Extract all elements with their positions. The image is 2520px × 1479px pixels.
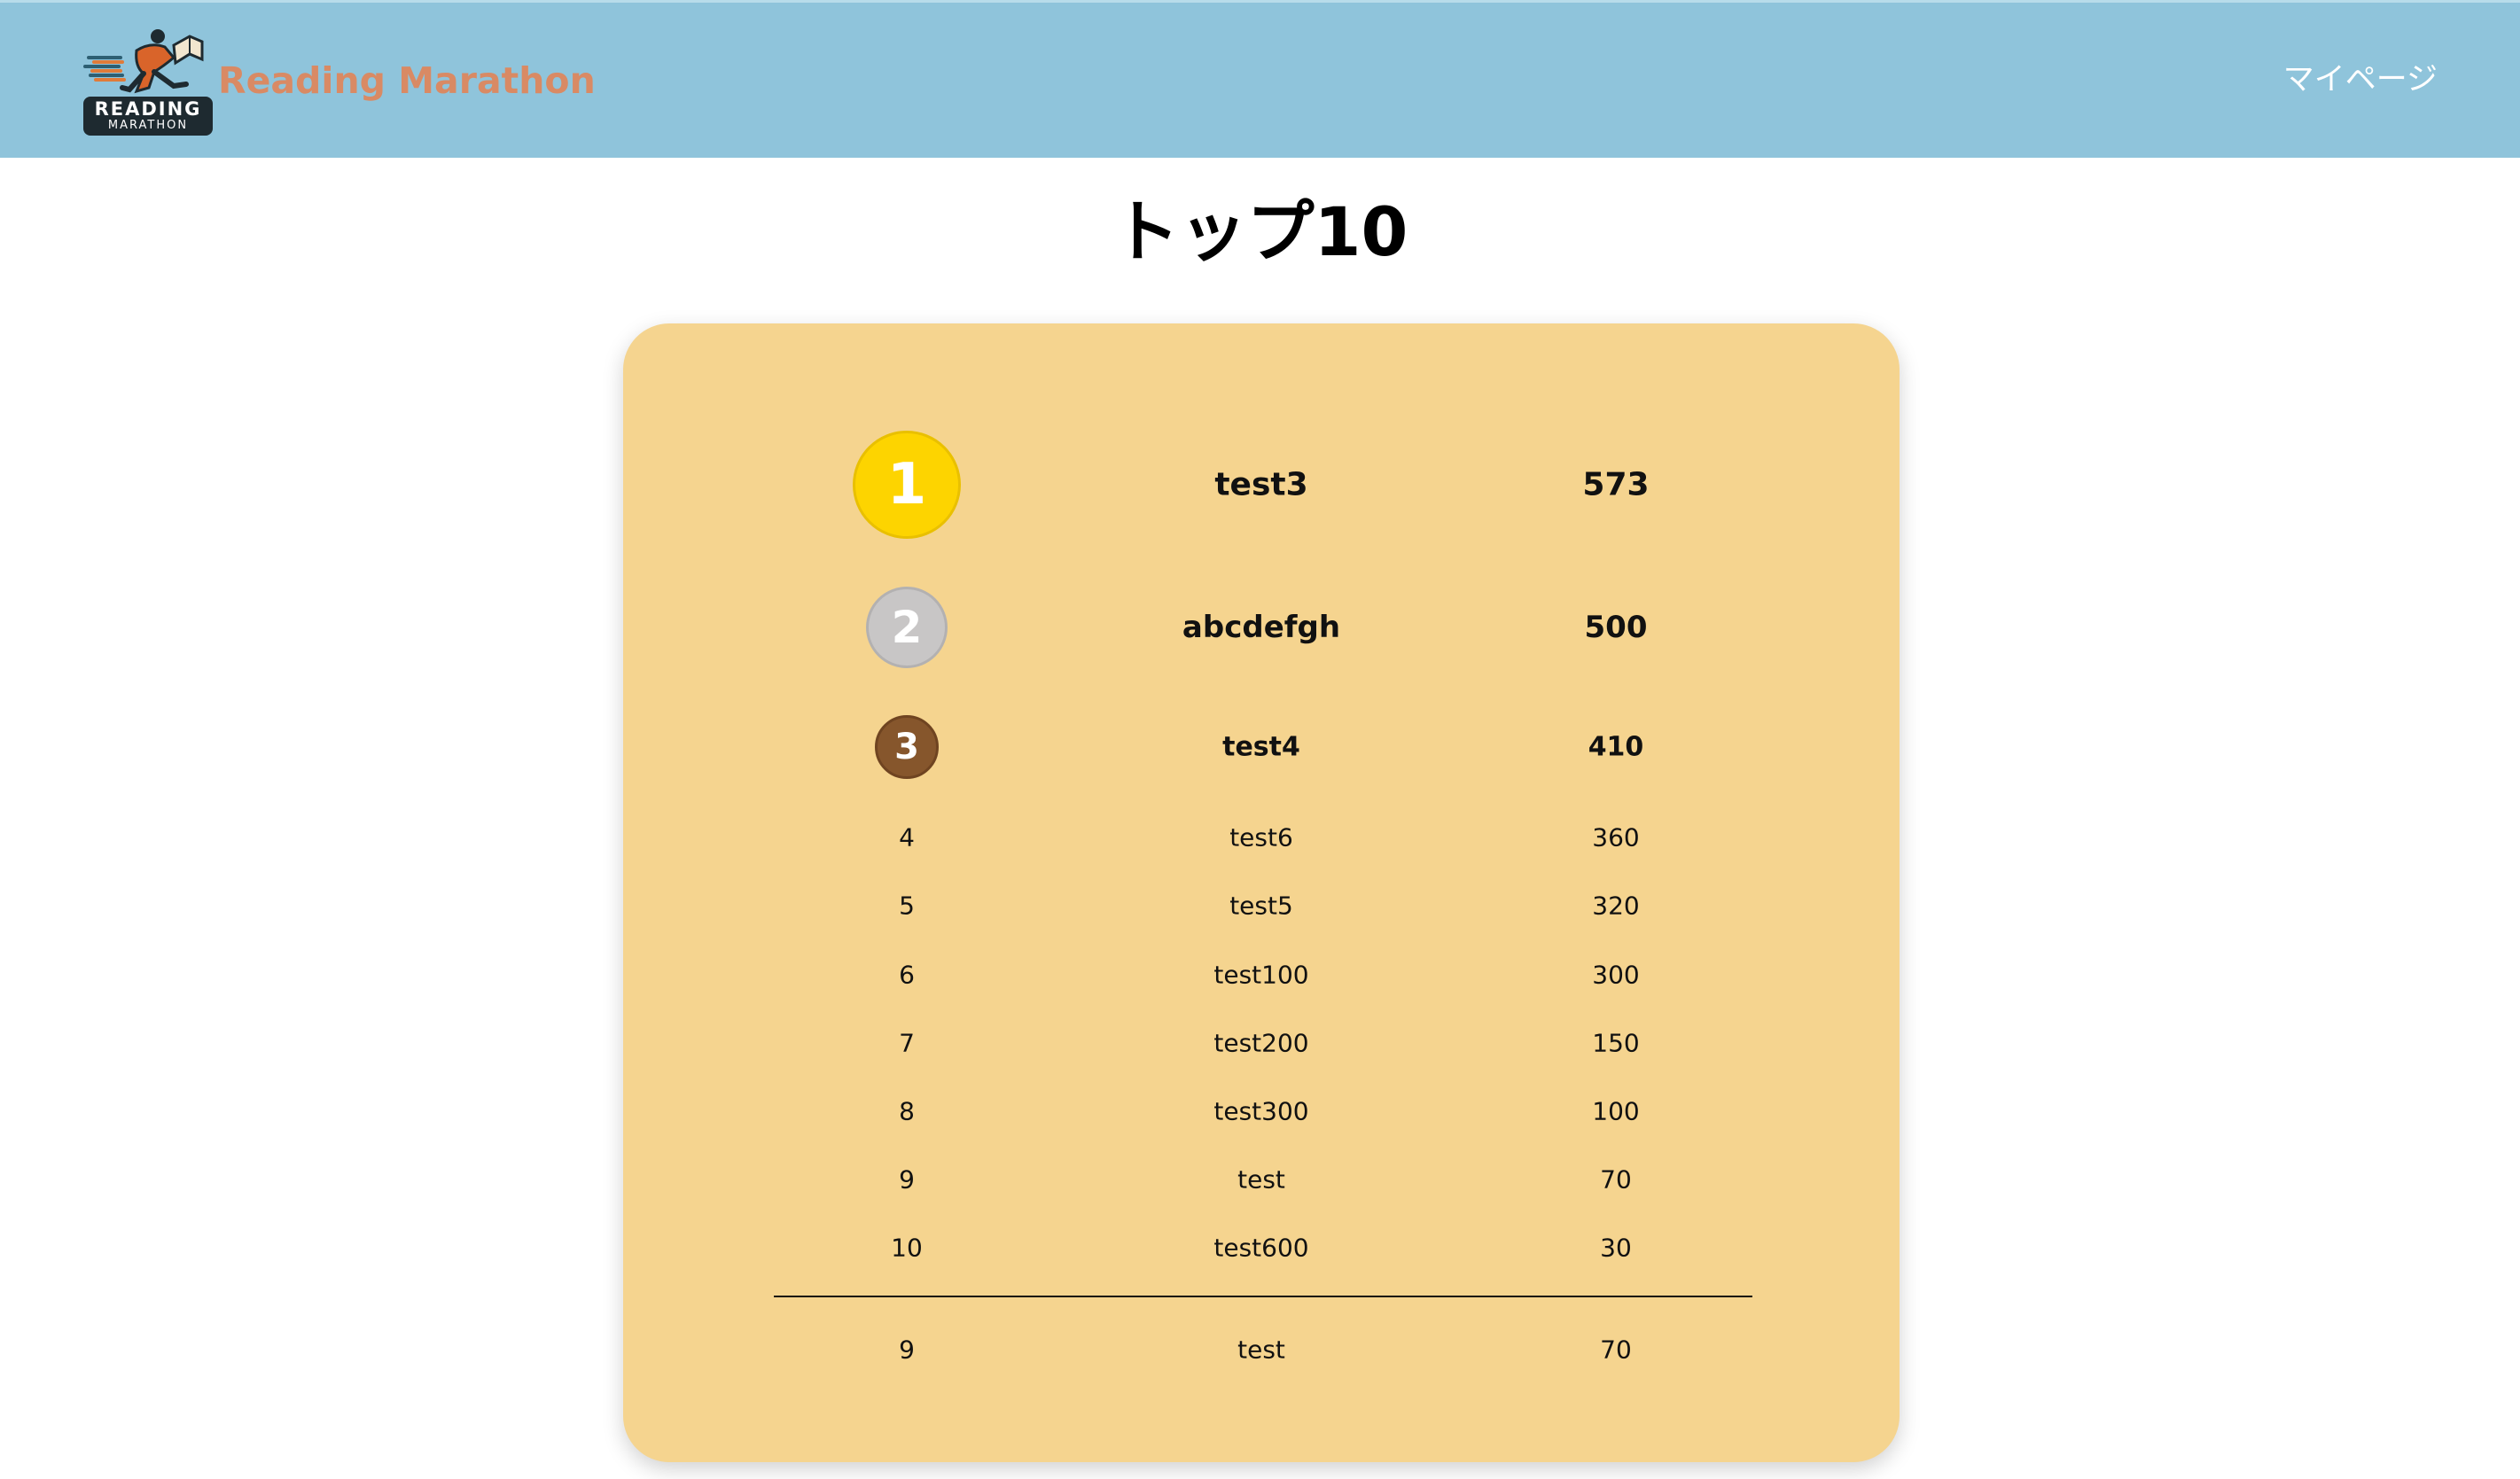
ranking-name: test <box>1237 1164 1285 1195</box>
my-score: 70 <box>1600 1335 1632 1365</box>
page-title: トップ10 <box>1112 192 1408 271</box>
logo-subtext: MARATHON <box>107 119 189 132</box>
ranking-name: test5 <box>1229 891 1293 921</box>
header-bar: READING MARATHON Reading Marathon マイページ <box>0 0 2520 158</box>
ranking-rank: 6 <box>899 960 915 990</box>
ranking-name: test100 <box>1213 960 1309 990</box>
ranking-name: abcdefgh <box>1182 610 1341 645</box>
ranking-score: 573 <box>1582 466 1650 503</box>
ranking-rank: 9 <box>899 1164 915 1195</box>
ranking-name: test600 <box>1213 1233 1309 1263</box>
ranking-divider <box>774 1296 1752 1297</box>
ranking-score: 70 <box>1600 1164 1632 1195</box>
mypage-link[interactable]: マイページ <box>2283 58 2438 102</box>
bronze-medal-icon: 3 <box>875 715 939 779</box>
reading-marathon-logo[interactable]: READING MARATHON <box>82 27 216 137</box>
silver-medal-icon: 2 <box>866 587 948 668</box>
logo-badge: READING MARATHON <box>83 97 213 136</box>
ranking-rank: 4 <box>899 822 915 852</box>
ranking-score: 360 <box>1592 822 1640 852</box>
gold-medal-icon: 1 <box>853 431 961 539</box>
ranking-score: 300 <box>1592 960 1640 990</box>
ranking-name: test200 <box>1213 1028 1309 1058</box>
brand-title[interactable]: Reading Marathon <box>218 56 596 105</box>
ranking-name: test6 <box>1229 822 1293 852</box>
logo-text: READING <box>94 98 202 120</box>
ranking-score: 150 <box>1592 1028 1640 1058</box>
ranking-score: 30 <box>1600 1233 1632 1263</box>
ranking-name: test4 <box>1222 731 1300 763</box>
ranking-name: test300 <box>1213 1096 1309 1126</box>
ranking-name: test3 <box>1214 466 1308 503</box>
ranking-rank: 7 <box>899 1028 915 1058</box>
ranking-score: 410 <box>1588 731 1644 763</box>
ranking-score: 320 <box>1592 891 1640 921</box>
my-name: test <box>1237 1335 1285 1365</box>
ranking-score: 500 <box>1584 610 1648 645</box>
ranking-rank: 5 <box>899 891 915 921</box>
ranking-score: 100 <box>1592 1096 1640 1126</box>
runner-icon <box>83 29 204 94</box>
ranking-card: 1 test3 573 2 abcdefgh 500 3 test4 410 4… <box>623 323 1900 1462</box>
ranking-rank: 10 <box>891 1233 923 1263</box>
my-rank: 9 <box>899 1335 915 1365</box>
ranking-rank: 8 <box>899 1096 915 1126</box>
